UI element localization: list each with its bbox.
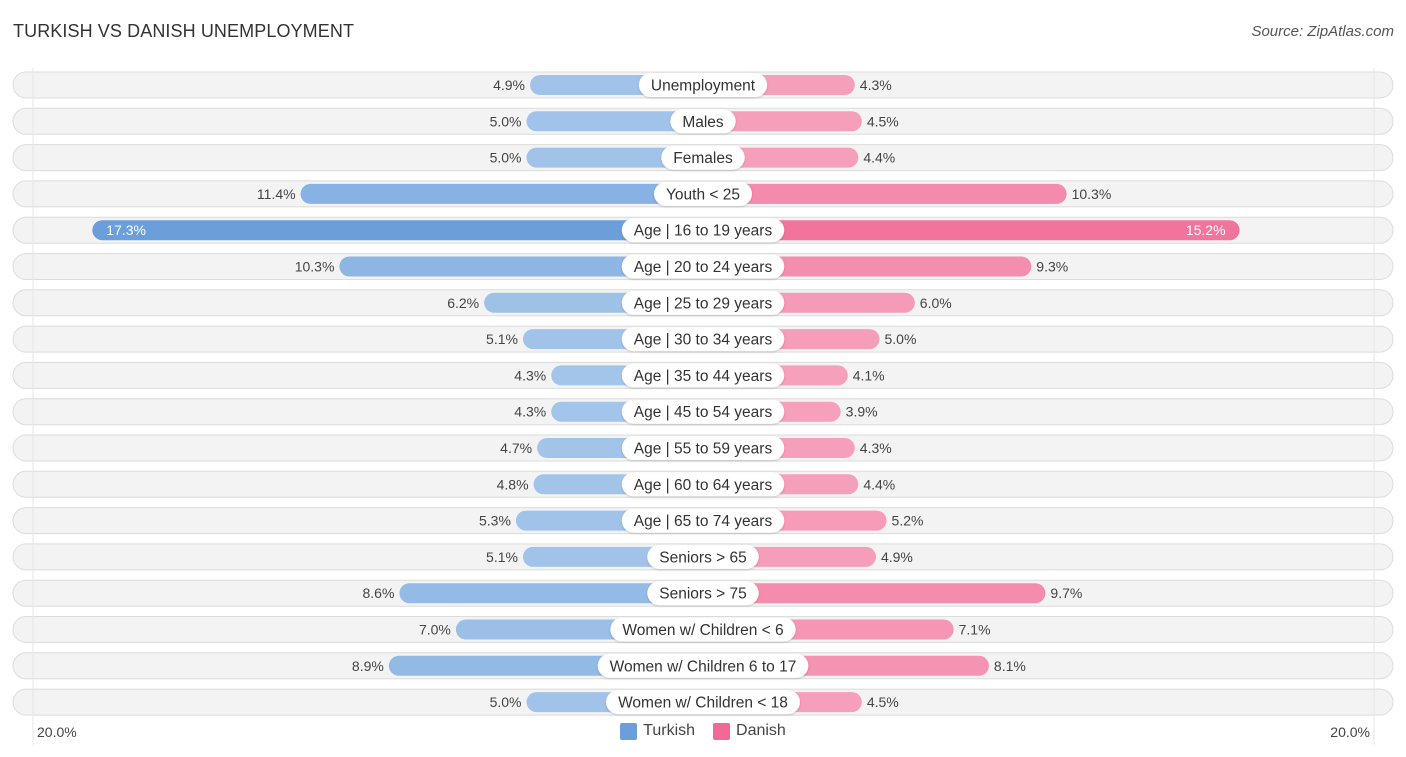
- chart-row: 5.0% 4.4% Females: [12, 144, 1394, 172]
- value-label-turkish: 11.4%: [257, 186, 296, 202]
- value-label-danish: 9.3%: [1036, 259, 1068, 275]
- category-label: Age | 45 to 54 years: [634, 404, 773, 421]
- category-label: Unemployment: [651, 78, 756, 95]
- value-label-turkish: 8.6%: [362, 585, 394, 601]
- value-label-danish: 4.5%: [867, 113, 899, 129]
- value-label-turkish: 8.9%: [352, 658, 384, 674]
- chart-row: 4.3% 3.9% Age | 45 to 54 years: [12, 398, 1394, 426]
- value-label-turkish: 6.2%: [447, 295, 479, 311]
- chart-row: 5.0% 4.5% Males: [12, 107, 1394, 135]
- category-label: Age | 60 to 64 years: [634, 477, 773, 494]
- value-label-danish: 4.3%: [860, 440, 892, 456]
- value-label-danish: 8.1%: [994, 658, 1026, 674]
- bar-turkish: [92, 220, 713, 241]
- value-label-danish: 4.4%: [863, 476, 895, 492]
- category-label: Seniors > 75: [659, 586, 746, 603]
- value-label-turkish: 5.0%: [490, 150, 522, 166]
- value-label-danish: 3.9%: [846, 404, 878, 420]
- value-label-danish: 4.4%: [863, 150, 895, 166]
- chart-row: 5.0% 4.5% Women w/ Children < 18: [12, 688, 1394, 716]
- legend-item-turkish[interactable]: Turkish: [620, 722, 695, 740]
- chart-row: 8.6% 9.7% Seniors > 75: [12, 579, 1394, 607]
- chart-row: 5.1% 5.0% Age | 30 to 34 years: [12, 325, 1394, 353]
- category-label: Women w/ Children 6 to 17: [610, 658, 797, 675]
- value-label-danish: 10.3%: [1072, 186, 1112, 202]
- value-label-turkish: 4.7%: [500, 440, 532, 456]
- chart-row: 6.2% 6.0% Age | 25 to 29 years: [12, 289, 1394, 317]
- legend-label-turkish: Turkish: [643, 722, 696, 739]
- chart-row: 4.8% 4.4% Age | 60 to 64 years: [12, 470, 1394, 498]
- legend: Turkish Danish: [0, 722, 1406, 740]
- value-label-turkish: 5.0%: [490, 694, 522, 710]
- value-label-turkish: 4.8%: [497, 476, 529, 492]
- value-label-turkish: 4.3%: [514, 404, 546, 420]
- category-label: Age | 65 to 74 years: [634, 513, 773, 530]
- category-label: Youth < 25: [666, 186, 740, 203]
- value-label-danish: 4.3%: [860, 77, 892, 93]
- chart-row: 4.9% 4.3% Unemployment: [12, 71, 1394, 99]
- chart-row: 17.3% 15.2% Age | 16 to 19 years: [12, 216, 1394, 244]
- bar-turkish: [300, 183, 713, 204]
- category-label: Males: [682, 114, 724, 131]
- category-label: Age | 25 to 29 years: [634, 295, 773, 312]
- value-label-turkish: 5.3%: [479, 513, 511, 529]
- value-label-turkish: 17.3%: [106, 222, 146, 238]
- legend-swatch-turkish: [620, 722, 638, 740]
- legend-swatch-danish: [713, 722, 731, 740]
- category-label: Women w/ Children < 18: [618, 695, 788, 712]
- value-label-turkish: 5.0%: [490, 113, 522, 129]
- value-label-danish: 5.0%: [885, 331, 917, 347]
- value-label-danish: 6.0%: [920, 295, 952, 311]
- category-label: Age | 30 to 34 years: [634, 332, 773, 349]
- chart-row: 7.0% 7.1% Women w/ Children < 6: [12, 616, 1394, 643]
- legend-label-danish: Danish: [736, 722, 786, 739]
- chart-row: 11.4% 10.3% Youth < 25: [12, 180, 1394, 208]
- category-label: Seniors > 65: [659, 549, 746, 566]
- category-label: Age | 20 to 24 years: [634, 259, 773, 276]
- chart-row: 4.3% 4.1% Age | 35 to 44 years: [12, 361, 1394, 389]
- chart-row: 8.9% 8.1% Women w/ Children 6 to 17: [12, 652, 1394, 680]
- chart-svg: 4.9% 4.3% Unemployment 5.0% 4.5% Males 5.0% 4.4…: [12, 68, 1394, 745]
- value-label-danish: 4.5%: [867, 694, 899, 710]
- value-label-turkish: 4.3%: [514, 367, 546, 383]
- chart-row: 10.3% 9.3% Age | 20 to 24 years: [12, 253, 1394, 280]
- category-label: Females: [673, 150, 733, 167]
- category-label: Age | 16 to 19 years: [634, 223, 773, 240]
- legend-item-danish[interactable]: Danish: [713, 722, 786, 740]
- chart-row: 5.1% 4.9% Seniors > 65: [12, 543, 1394, 571]
- value-label-turkish: 10.3%: [295, 259, 335, 275]
- category-label: Age | 35 to 44 years: [634, 368, 773, 385]
- value-label-danish: 4.1%: [853, 367, 885, 383]
- value-label-turkish: 4.9%: [493, 77, 525, 93]
- value-label-danish: 9.7%: [1050, 585, 1082, 601]
- value-label-turkish: 5.1%: [486, 331, 518, 347]
- chart-row: 4.7% 4.3% Age | 55 to 59 years: [12, 434, 1394, 462]
- category-label: Women w/ Children < 6: [622, 622, 783, 639]
- value-label-danish: 7.1%: [959, 622, 991, 638]
- value-label-turkish: 5.1%: [486, 549, 518, 565]
- value-label-danish: 15.2%: [1186, 222, 1226, 238]
- value-label-danish: 4.9%: [881, 549, 913, 565]
- category-label: Age | 55 to 59 years: [634, 441, 773, 458]
- chart-row: 5.3% 5.2% Age | 65 to 74 years: [12, 507, 1394, 535]
- value-label-danish: 5.2%: [892, 513, 924, 529]
- value-label-turkish: 7.0%: [419, 622, 451, 638]
